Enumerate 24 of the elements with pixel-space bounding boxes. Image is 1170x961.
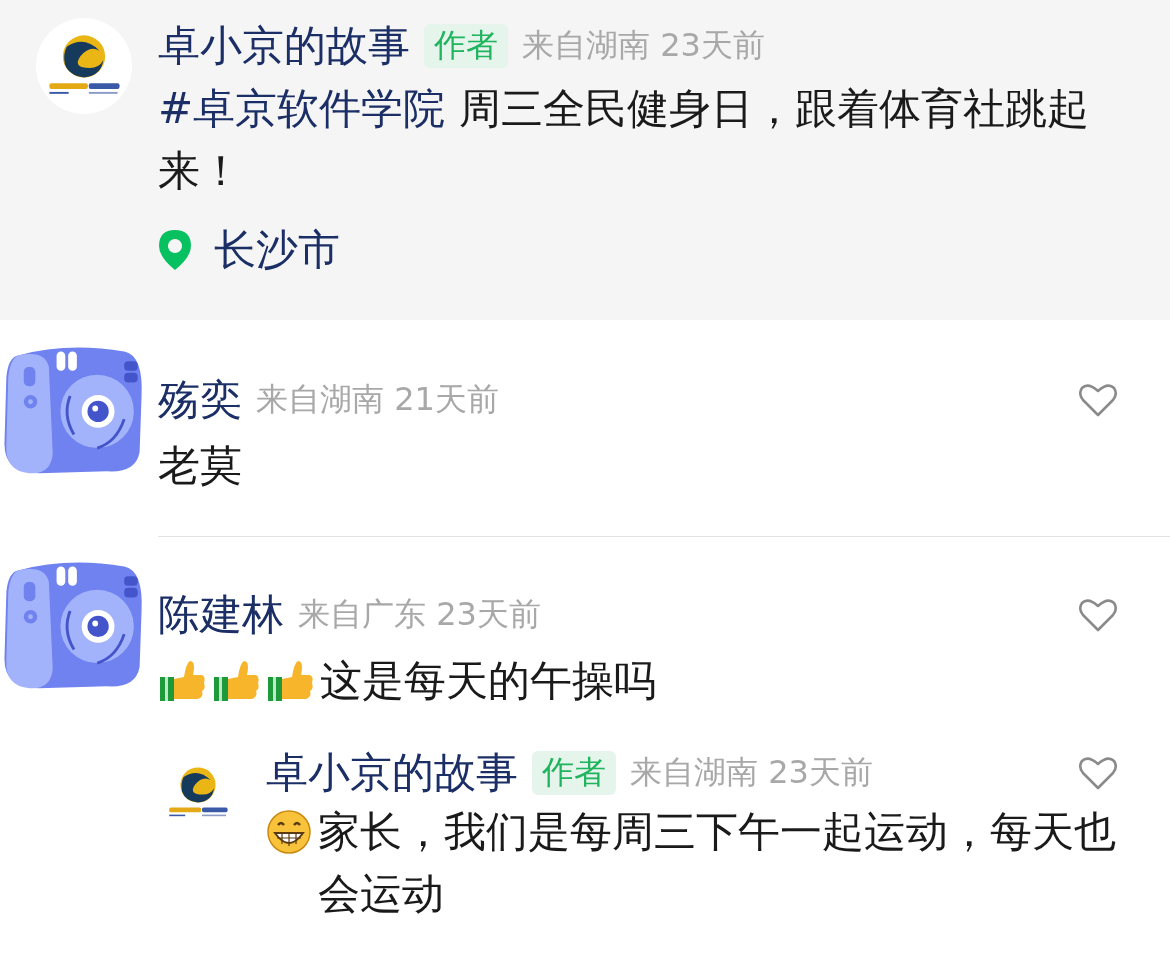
commenter-name[interactable]: 卓小京的故事 <box>266 745 518 801</box>
comment-meta: 来自湖南 21天前 <box>256 379 499 420</box>
like-icon[interactable] <box>1078 755 1118 791</box>
commenter-name[interactable]: 陈建林 <box>158 587 284 643</box>
like-icon[interactable] <box>1078 597 1118 633</box>
comment-meta: 来自广东 23天前 <box>298 594 541 635</box>
like-icon[interactable] <box>1078 382 1118 418</box>
location-pin-icon <box>158 229 192 271</box>
thumbs-up-icon <box>212 659 260 703</box>
thumbs-up-icon <box>266 659 314 703</box>
post-meta: 来自湖南 23天前 <box>522 25 765 66</box>
comment-text: 老莫 <box>158 440 242 492</box>
commenter-name[interactable]: 殇奕 <box>158 372 242 428</box>
reply-text: 家长，我们是每周三下午一起运动，每天也会运动 <box>318 806 1117 920</box>
author-tag: 作者 <box>532 751 616 795</box>
author-name[interactable]: 卓小京的故事 <box>158 18 410 74</box>
thumbs-up-icon <box>158 659 206 703</box>
grinning-face-icon <box>266 809 312 855</box>
post-text: #卓京软件学院 周三全民健身日，跟着体育社跳起来！ <box>158 83 1090 197</box>
comment-meta: 来自湖南 23天前 <box>630 752 873 793</box>
location-label[interactable]: 长沙市 <box>214 222 340 278</box>
author-tag: 作者 <box>424 24 508 68</box>
topic-link[interactable]: #卓京软件学院 <box>158 84 446 133</box>
comment-text: 这是每天的午操吗 <box>320 655 656 707</box>
